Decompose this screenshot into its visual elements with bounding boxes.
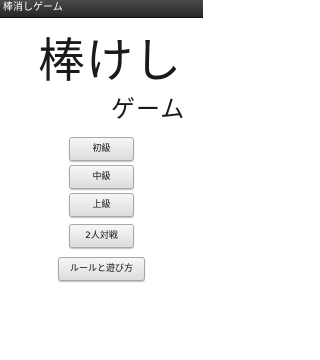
two-player-button[interactable]: 2人対戦 — [69, 224, 134, 248]
logo-subtitle: ゲーム — [111, 95, 186, 123]
title-bar: 棒消しゲーム — [0, 0, 203, 18]
advanced-button[interactable]: 上級 — [69, 193, 134, 217]
logo-title: 棒けし — [38, 34, 182, 89]
beginner-button[interactable]: 初級 — [69, 137, 134, 161]
intermediate-button[interactable]: 中級 — [69, 165, 134, 189]
rules-button[interactable]: ルールと遊び方 — [58, 257, 145, 281]
app-title: 棒消しゲーム — [3, 2, 63, 13]
